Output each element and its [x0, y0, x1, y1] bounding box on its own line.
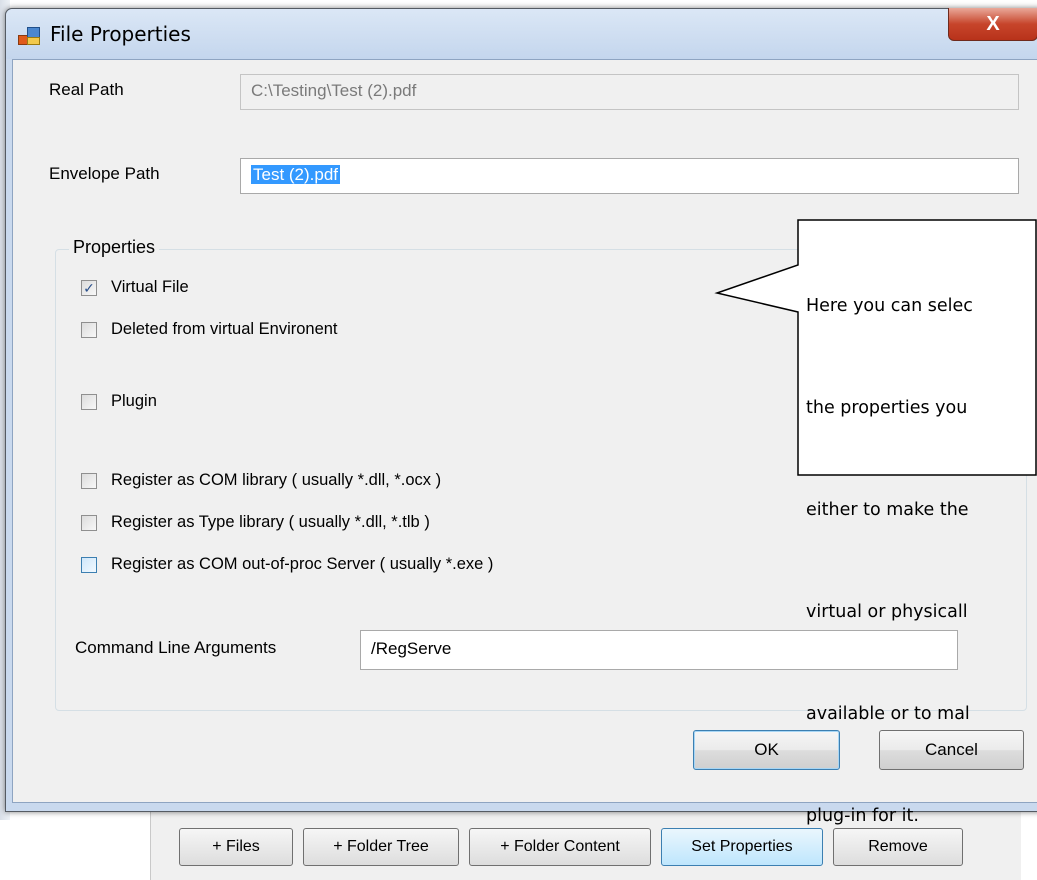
callout-line: Here you can selec [806, 296, 973, 316]
callout-line: plug-in for it. [806, 806, 919, 826]
register-com-library-label: Register as COM library ( usually *.dll,… [111, 471, 442, 489]
register-com-library-option[interactable]: Register as COM library ( usually *.dll,… [81, 471, 441, 490]
set-properties-button[interactable]: Set Properties [661, 828, 823, 866]
callout-line: the properties you [806, 398, 968, 418]
envelope-path-label: Envelope Path [49, 164, 160, 183]
callout-line: either to make the [806, 500, 969, 520]
window-title: File Properties [50, 22, 191, 46]
close-button[interactable]: X [948, 8, 1037, 41]
title-bar[interactable]: File Properties X [6, 8, 1037, 59]
add-folder-tree-button[interactable]: + Folder Tree [303, 828, 459, 866]
deleted-from-virtual-label: Deleted from virtual Environent [111, 320, 338, 338]
properties-group-title: Properties [69, 237, 160, 258]
envelope-path-field[interactable]: Test (2).pdf [240, 158, 1019, 194]
virtual-file-option[interactable]: ✓ Virtual File [81, 278, 189, 297]
register-com-server-checkbox[interactable] [81, 556, 97, 573]
add-files-button[interactable]: + Files [179, 828, 293, 866]
virtual-file-label: Virtual File [111, 278, 189, 296]
properties-window-icon [18, 27, 40, 47]
plugin-label: Plugin [111, 392, 157, 410]
callout-line: virtual or physicall [806, 602, 968, 622]
add-folder-content-button[interactable]: + Folder Content [469, 828, 651, 866]
real-path-field: C:\Testing\Test (2).pdf [240, 74, 1019, 110]
plugin-option[interactable]: Plugin [81, 392, 157, 411]
callout-text: Here you can selec the properties you ei… [806, 221, 1036, 867]
deleted-from-virtual-option[interactable]: Deleted from virtual Environent [81, 320, 338, 339]
register-type-library-checkbox[interactable] [81, 514, 97, 531]
plugin-checkbox[interactable] [81, 393, 97, 410]
callout-line: available or to mal [806, 704, 970, 724]
envelope-path-selected-text: Test (2).pdf [251, 165, 341, 184]
register-type-library-option[interactable]: Register as Type library ( usually *.dll… [81, 513, 430, 532]
check-mark-icon: ✓ [83, 279, 95, 296]
register-com-library-checkbox[interactable] [81, 472, 97, 489]
command-line-label: Command Line Arguments [75, 638, 277, 657]
register-type-library-label: Register as Type library ( usually *.dll… [111, 513, 430, 531]
register-com-server-option[interactable]: Register as COM out-of-proc Server ( usu… [81, 555, 493, 574]
real-path-label: Real Path [49, 80, 124, 99]
virtual-file-checkbox[interactable]: ✓ [81, 279, 97, 296]
deleted-from-virtual-checkbox[interactable] [81, 321, 97, 338]
register-com-server-label: Register as COM out-of-proc Server ( usu… [111, 555, 494, 573]
